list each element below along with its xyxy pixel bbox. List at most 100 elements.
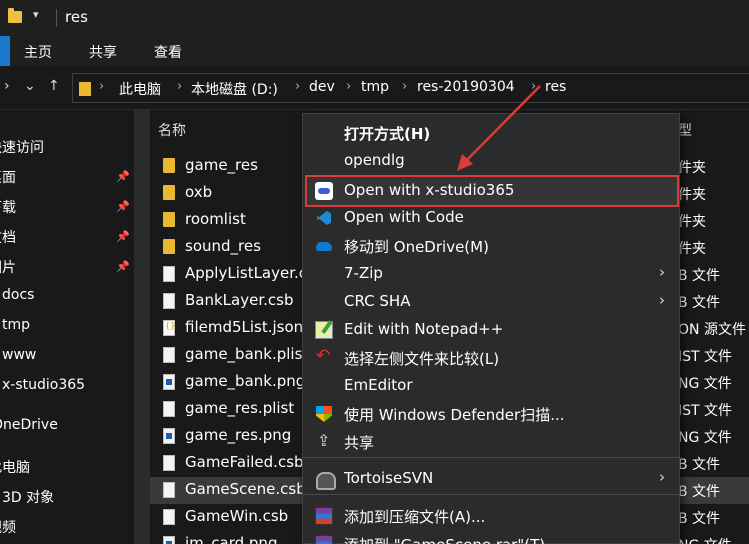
menu-item-label: 打开方式(H) <box>344 125 431 143</box>
file-type: NG 文件 <box>678 430 732 446</box>
open-with-code-item[interactable]: Open with Code <box>303 204 679 232</box>
file-type: IST 文件 <box>678 403 733 419</box>
folder-icon <box>163 239 175 254</box>
menu-item-label: Open with Code <box>344 208 464 226</box>
up-button[interactable]: ↑ <box>48 78 60 94</box>
breadcrumb-dev[interactable]: dev <box>309 79 335 95</box>
breadcrumb-separator: › <box>295 79 301 94</box>
image-file-icon <box>163 536 175 544</box>
crc-sha-item[interactable]: CRC SHA › <box>303 288 679 316</box>
file-name: oxb <box>185 183 213 201</box>
nav-downloads[interactable]: 下载 <box>0 197 16 217</box>
tortoisesvn-item[interactable]: TortoiseSVN › <box>303 465 679 493</box>
json-file-icon <box>163 320 175 336</box>
file-type: 件夹 <box>678 214 706 230</box>
add-to-rar-item[interactable]: 添加到 "GameScene.rar"(T) <box>303 530 679 544</box>
image-file-icon <box>163 374 175 390</box>
file-name: sound_res <box>185 237 261 255</box>
file-tab[interactable] <box>0 36 10 66</box>
compare-left-item[interactable]: 选择左侧文件来比较(L) <box>303 344 679 372</box>
7zip-item[interactable]: 7-Zip › <box>303 260 679 288</box>
breadcrumb-this-pc[interactable]: 此电脑 <box>119 79 161 99</box>
column-header-name[interactable]: 名称 <box>158 120 186 140</box>
context-menu: 打开方式(H) opendlg Open with x-studio365 Open … <box>302 113 680 544</box>
nav-3d-objects[interactable]: 3D 对象 <box>2 487 54 507</box>
file-name: GameScene.csb <box>185 480 306 498</box>
nav-pictures[interactable]: 图片 <box>0 257 16 277</box>
notepad-icon <box>315 321 333 339</box>
file-name: game_res.plist <box>185 399 295 417</box>
breadcrumb-res[interactable]: res <box>545 79 566 95</box>
file-type: B 文件 <box>678 511 721 527</box>
breadcrumb-separator: › <box>402 79 408 94</box>
add-to-archive-item[interactable]: 添加到压缩文件(A)... <box>303 502 679 530</box>
title-separator <box>56 9 57 27</box>
nav-videos[interactable]: 视频 <box>0 517 16 537</box>
emeditor-item[interactable]: EmEditor <box>303 372 679 400</box>
file-name: game_res.png <box>185 426 292 444</box>
quick-access-dropdown[interactable]: ▾ <box>33 8 39 21</box>
nav-this-pc[interactable]: 此电脑 <box>0 457 30 477</box>
file-icon <box>163 266 175 282</box>
file-type: B 文件 <box>678 457 721 473</box>
column-header-type[interactable]: 型 <box>678 120 692 140</box>
nav-tmp[interactable]: tmp <box>2 317 30 333</box>
file-icon <box>163 482 175 498</box>
navigation-pane: 快速访问 桌面 📌 下载 📌 文档 📌 图片 📌 docs tmp www x-… <box>0 110 134 544</box>
file-name: BankLayer.csb <box>185 291 294 309</box>
image-file-icon <box>163 428 175 444</box>
menu-item-label: 移动到 OneDrive(M) <box>344 238 489 256</box>
edit-with-notepadpp-item[interactable]: Edit with Notepad++ <box>303 316 679 344</box>
breadcrumb-local-disk[interactable]: 本地磁盘 (D:) <box>191 79 278 99</box>
file-name: game_bank.plist <box>185 345 309 363</box>
tab-home[interactable]: 主页 <box>24 42 52 62</box>
nav-desktop[interactable]: 桌面 <box>0 167 16 187</box>
file-name: game_bank.png <box>185 372 306 390</box>
navigation-scrollbar[interactable] <box>134 110 150 544</box>
pin-icon: 📌 <box>116 230 130 243</box>
nav-www[interactable]: www <box>2 347 36 363</box>
menu-separator <box>303 494 679 495</box>
open-with-x-studio365-item[interactable]: Open with x-studio365 <box>303 177 679 205</box>
nav-onedrive[interactable]: OneDrive <box>0 417 58 433</box>
share-item[interactable]: 共享 <box>303 428 679 456</box>
menu-separator <box>303 457 679 458</box>
breadcrumb-separator: › <box>346 79 352 94</box>
title-bar: ▾ res <box>0 0 749 36</box>
pin-icon: 📌 <box>116 260 130 273</box>
file-type: B 文件 <box>678 484 721 500</box>
tab-view[interactable]: 查看 <box>154 42 182 62</box>
file-type: B 文件 <box>678 295 721 311</box>
move-to-onedrive-item[interactable]: 移动到 OneDrive(M) <box>303 232 679 260</box>
file-icon <box>163 455 175 471</box>
forward-button[interactable]: › <box>4 78 10 94</box>
nav-x-studio365[interactable]: x-studio365 <box>2 377 85 393</box>
menu-item-label: 添加到 "GameScene.rar"(T) <box>344 534 545 544</box>
breadcrumb-tmp[interactable]: tmp <box>361 79 389 95</box>
file-icon <box>163 509 175 525</box>
file-type: B 文件 <box>678 268 721 284</box>
defender-icon <box>315 405 333 423</box>
nav-documents[interactable]: 文档 <box>0 227 16 247</box>
file-name: im_card.png <box>185 534 278 544</box>
nav-docs[interactable]: docs <box>2 287 34 303</box>
pin-icon: 📌 <box>116 200 130 213</box>
file-type: ON 源文件 <box>678 322 746 338</box>
chevron-right-icon: › <box>659 291 665 309</box>
windows-defender-scan-item[interactable]: 使用 Windows Defender扫描... <box>303 400 679 428</box>
folder-icon <box>163 185 175 200</box>
breadcrumb-res-20190304[interactable]: res-20190304 <box>417 79 515 95</box>
nav-quick-access[interactable]: 快速访问 <box>0 137 44 157</box>
rar-icon <box>315 507 333 525</box>
tab-share[interactable]: 共享 <box>89 42 117 62</box>
opendlg-item[interactable]: opendlg <box>303 147 679 175</box>
open-with-menu[interactable]: 打开方式(H) <box>303 119 679 147</box>
folder-icon <box>79 82 91 96</box>
recent-locations-button[interactable]: ⌄ <box>24 78 36 94</box>
address-bar[interactable]: › 此电脑 › 本地磁盘 (D:) › dev › tmp › res-2019… <box>72 73 749 103</box>
file-name: GameWin.csb <box>185 507 289 525</box>
vscode-icon <box>315 209 333 227</box>
menu-item-label: EmEditor <box>344 376 413 394</box>
menu-item-label: opendlg <box>344 151 405 169</box>
menu-item-label: TortoiseSVN <box>344 469 434 487</box>
